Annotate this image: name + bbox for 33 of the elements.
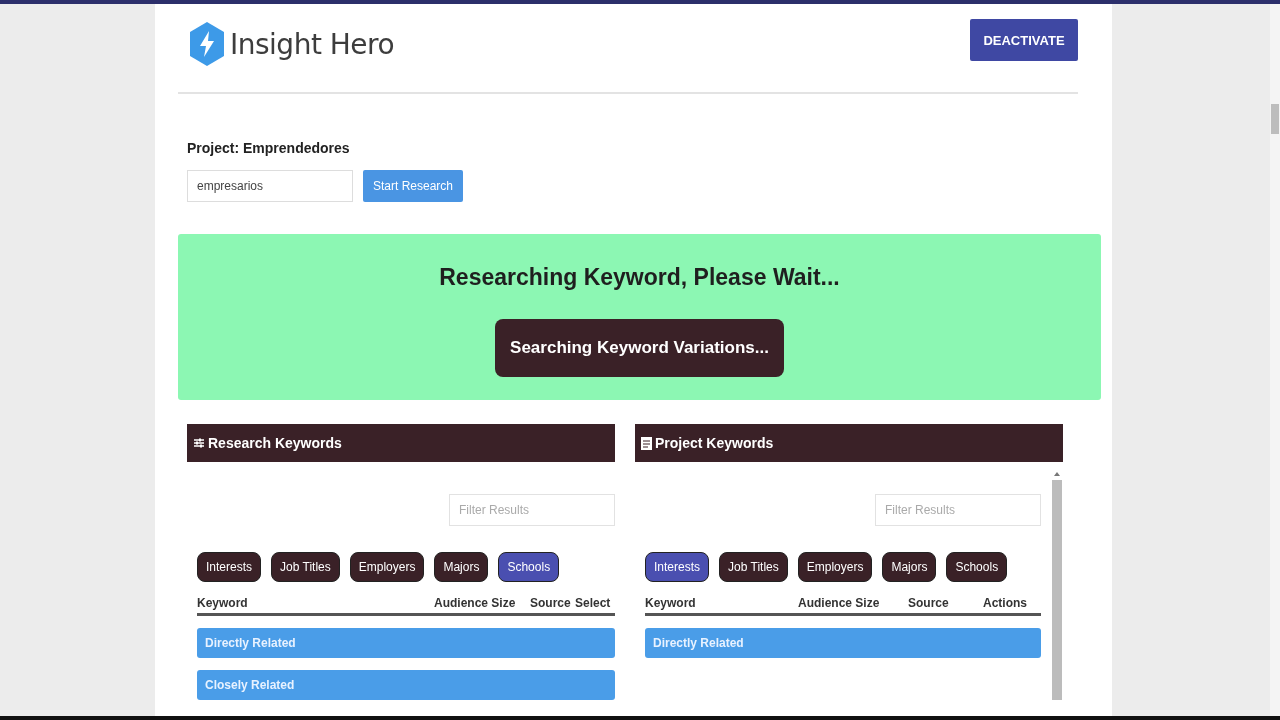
category-tab[interactable]: Employers bbox=[349, 552, 425, 582]
column-header: Actions bbox=[983, 596, 1028, 610]
filter-field[interactable]: Filter Results bbox=[875, 494, 1041, 526]
status-step-badge: Searching Keyword Variations... bbox=[495, 318, 784, 377]
column-header: Source bbox=[908, 596, 950, 610]
scrollbar-thumb[interactable] bbox=[1052, 480, 1062, 700]
panel-title: Project Keywords bbox=[655, 435, 774, 451]
column-header: Keyword bbox=[645, 596, 697, 610]
filter-field[interactable]: Filter Results bbox=[449, 494, 615, 526]
sliders-icon bbox=[193, 437, 205, 449]
keyword-field[interactable]: empresarios bbox=[187, 170, 353, 202]
column-header: Select bbox=[575, 596, 612, 610]
scroll-up-icon[interactable] bbox=[1054, 472, 1060, 476]
category-tab[interactable]: Majors bbox=[882, 552, 937, 582]
lightning-hexagon-icon bbox=[190, 22, 224, 66]
column-header: Audience Size bbox=[434, 596, 517, 610]
panel-title: Research Keywords bbox=[208, 435, 342, 451]
column-header: Audience Size bbox=[798, 596, 881, 610]
project-title: Project: Emprendedores bbox=[187, 140, 351, 156]
category-tab[interactable]: Job Titles bbox=[719, 552, 788, 582]
status-message: Researching Keyword, Please Wait... bbox=[439, 263, 840, 291]
logo-text: Insight Hero bbox=[230, 27, 395, 61]
category-tab[interactable]: Employers bbox=[797, 552, 873, 582]
document-icon bbox=[641, 436, 652, 450]
category-tab[interactable]: Interests bbox=[645, 552, 710, 582]
category-tab[interactable]: Job Titles bbox=[271, 552, 340, 582]
category-tab[interactable]: Interests bbox=[197, 552, 262, 582]
category-tab[interactable]: Majors bbox=[434, 552, 489, 582]
category-tab[interactable]: Schools bbox=[946, 552, 1008, 582]
category-tab[interactable]: Schools bbox=[498, 552, 560, 582]
column-header: Source bbox=[530, 596, 572, 610]
deactivate-button[interactable]: DEACTIVATE bbox=[970, 19, 1078, 61]
column-header: Keyword bbox=[197, 596, 249, 610]
